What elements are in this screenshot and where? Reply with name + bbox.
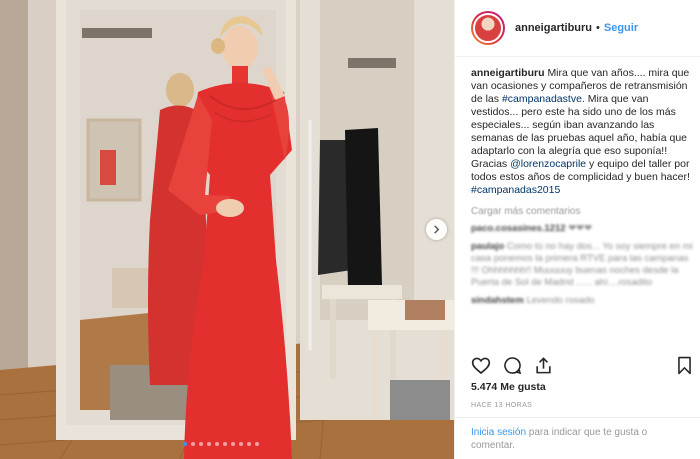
- follow-button[interactable]: Seguir: [604, 22, 638, 34]
- post-sidebar: anneigartiburu • Seguir anneigartiburu M…: [454, 0, 700, 459]
- next-photo-button[interactable]: [426, 219, 447, 240]
- post-header: anneigartiburu • Seguir: [455, 0, 700, 57]
- carousel-dot: [223, 442, 227, 446]
- header-username[interactable]: anneigartiburu: [515, 22, 592, 34]
- share-arrow-icon: [536, 356, 551, 373]
- carousel-dot: [199, 442, 203, 446]
- post-caption: anneigartiburu Mira que van años.... mir…: [471, 67, 693, 197]
- caption-username[interactable]: anneigartiburu: [471, 67, 545, 79]
- carousel-dot: [215, 442, 219, 446]
- carousel-dot: [255, 442, 259, 446]
- comment-item: paco.cosasines.1212 ❤❤❤: [471, 223, 693, 235]
- photo-image: [0, 0, 454, 459]
- carousel-dot: [207, 442, 211, 446]
- mention-lorenzocaprile[interactable]: @lorenzocaprile: [510, 158, 586, 170]
- like-count[interactable]: 5.474 Me gusta: [471, 381, 546, 393]
- login-prompt: Inicia sesión para indicar que te gusta …: [455, 417, 700, 459]
- post-photo[interactable]: [0, 0, 454, 459]
- header-separator: •: [596, 22, 600, 34]
- chevron-right-icon: [434, 225, 440, 234]
- carousel-dot: [231, 442, 235, 446]
- comment-username[interactable]: paulajo: [471, 241, 504, 252]
- carousel-dot: [191, 442, 195, 446]
- save-button[interactable]: [676, 356, 693, 375]
- login-link[interactable]: Inicia sesión: [471, 427, 526, 438]
- comments-section: anneigartiburu Mira que van años.... mir…: [471, 67, 693, 307]
- bookmark-icon: [678, 356, 691, 374]
- carousel-dot: [239, 442, 243, 446]
- carousel-dot: [183, 442, 187, 446]
- load-more-comments[interactable]: Cargar más comentarios: [471, 206, 693, 217]
- heart-outline-icon: [471, 357, 491, 374]
- hashtag-campanadas2015[interactable]: #campanadas2015: [471, 184, 560, 196]
- comment-username[interactable]: sindahstem: [471, 295, 524, 306]
- comment-item: paulajo Como tú no hay dos... Yo soy sie…: [471, 241, 693, 289]
- share-button[interactable]: [534, 356, 553, 375]
- comment-username[interactable]: paco.cosasines.1212: [471, 223, 566, 234]
- like-button[interactable]: [471, 356, 491, 375]
- comment-text: Como tú no hay dos... Yo soy siempre en …: [471, 241, 693, 288]
- carousel-dot: [247, 442, 251, 446]
- avatar[interactable]: [471, 11, 505, 45]
- comment-item: sindahstem Levendo rosado: [471, 295, 693, 307]
- post-timestamp: HACE 13 HORAS: [471, 402, 533, 409]
- speech-bubble-icon: [504, 356, 522, 374]
- carousel-indicator: [183, 442, 259, 446]
- hashtag-campanadastve[interactable]: #campanadastve: [502, 93, 582, 105]
- comment-button[interactable]: [503, 356, 522, 375]
- comment-text: ❤❤❤: [568, 223, 593, 234]
- action-bar: [471, 352, 693, 378]
- comment-text: Levendo rosado: [526, 295, 595, 306]
